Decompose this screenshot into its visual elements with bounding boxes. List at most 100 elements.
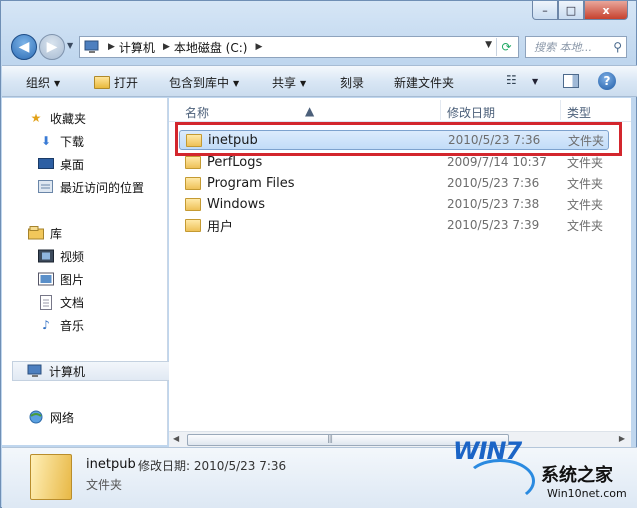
details-type: 文件夹 (86, 478, 123, 492)
new-folder-label: 新建文件夹 (394, 76, 455, 90)
watermark-site-name: 系统之家 (541, 465, 613, 486)
library-icon (28, 226, 44, 240)
forward-button[interactable]: ▶ (39, 34, 65, 60)
preview-pane-icon[interactable] (563, 74, 579, 88)
network-icon (28, 410, 44, 424)
nav-item-label: 图片 (60, 272, 85, 287)
highlight-annotation (175, 122, 622, 156)
chevron-down-icon: ▼ (54, 79, 61, 88)
address-dropdown-icon[interactable]: ▼ (485, 40, 492, 50)
computer-icon (27, 364, 43, 378)
file-name: Program Files (207, 175, 295, 191)
close-button[interactable]: x (584, 1, 628, 20)
details-name: inetpub (86, 457, 136, 472)
share-label: 共享 (272, 76, 297, 90)
search-input[interactable]: 搜索 本地... ⚲ (525, 36, 627, 58)
star-icon: ★ (30, 111, 42, 125)
file-row[interactable]: Windows 2010/5/23 7:38 文件夹 (179, 194, 609, 214)
breadcrumb-separator-icon[interactable]: ▶ (255, 42, 262, 52)
column-header-name[interactable]: 名称 (185, 104, 209, 121)
file-type: 文件夹 (567, 218, 604, 233)
nav-item-label: 视频 (60, 249, 85, 264)
include-in-library-button[interactable]: 包含到库中 ▼ (169, 74, 239, 91)
view-options-icon[interactable]: ☷ (506, 73, 517, 87)
column-header-date[interactable]: 修改日期 (447, 104, 495, 121)
computer-icon (84, 40, 100, 54)
column-divider[interactable] (440, 100, 441, 120)
column-header-row: ▲ 名称 修改日期 类型 (169, 98, 631, 122)
new-folder-button[interactable]: 新建文件夹 (394, 74, 454, 91)
organize-label: 组织 (26, 76, 51, 90)
navigation-pane: ★ 收藏夹 ⬇ 下载 桌面 最近访问的位置 库 视频 图片 文档 ♪ 音乐 计算… (2, 98, 174, 445)
video-icon (38, 249, 54, 263)
details-modified: 修改日期: 2010/5/23 7:36 (138, 459, 287, 473)
back-arrow-icon: ◀ (18, 39, 30, 55)
file-name: 用户 (207, 219, 234, 235)
watermark-logo: WIN7 (453, 437, 522, 465)
watermark-url: Win10net.com (547, 487, 627, 500)
desktop-icon (38, 157, 54, 171)
burn-label: 刻录 (340, 76, 365, 90)
nav-item-label: 桌面 (60, 157, 85, 172)
include-in-library-label: 包含到库中 (169, 76, 230, 90)
back-button[interactable]: ◀ (11, 34, 37, 60)
nav-item-label: 文档 (60, 295, 85, 310)
file-date: 2010/5/23 7:39 (447, 218, 540, 232)
file-type: 文件夹 (567, 155, 604, 170)
scroll-grip-icon: ||| (327, 434, 333, 443)
refresh-icon: ⟳ (501, 40, 512, 54)
scroll-left-icon[interactable]: ◀ (173, 434, 179, 443)
address-row: ◀ ▶ ▼ ▶ 计算机 ▶ 本地磁盘 (C:) ▶ ▼ ⟳ 搜索 本地... ⚲ (1, 31, 636, 63)
chevron-down-icon: ▼ (300, 79, 307, 88)
minimize-button[interactable]: – (532, 1, 558, 20)
download-icon: ⬇ (40, 134, 52, 148)
column-divider[interactable] (560, 100, 561, 120)
forward-arrow-icon: ▶ (46, 39, 58, 55)
column-header-type[interactable]: 类型 (567, 104, 591, 121)
address-bar[interactable]: ▶ 计算机 ▶ 本地磁盘 (C:) ▶ ▼ ⟳ (79, 36, 519, 58)
recent-pages-dropdown-icon[interactable]: ▼ (67, 41, 73, 50)
chevron-down-icon[interactable]: ▼ (532, 77, 538, 86)
command-bar: 组织 ▼ 打开 包含到库中 ▼ 共享 ▼ 刻录 新建文件夹 ☷ ▼ ? (2, 65, 637, 97)
nav-item-label: 下载 (60, 134, 85, 149)
chevron-down-icon: ▼ (233, 79, 240, 88)
help-icon[interactable]: ? (598, 72, 616, 90)
nav-item-label: 最近访问的位置 (60, 180, 145, 195)
open-button[interactable]: 打开 (94, 74, 138, 91)
folder-large-icon (30, 454, 72, 500)
folder-icon (185, 218, 201, 232)
folder-icon (185, 155, 201, 169)
burn-button[interactable]: 刻录 (340, 74, 364, 91)
nav-network-label: 网络 (50, 410, 75, 425)
nav-libraries-label: 库 (50, 226, 63, 241)
file-type: 文件夹 (567, 197, 604, 212)
sort-ascending-icon: ▲ (305, 104, 315, 118)
nav-favorites-label: 收藏夹 (50, 111, 87, 126)
breadcrumb-local-disk[interactable]: 本地磁盘 (C:) (174, 39, 248, 56)
open-label: 打开 (114, 76, 139, 90)
folder-icon (185, 197, 201, 211)
picture-icon (38, 272, 54, 286)
maximize-button[interactable]: □ (558, 1, 584, 20)
file-date: 2010/5/23 7:36 (447, 176, 540, 190)
breadcrumb-computer[interactable]: 计算机 (119, 39, 155, 56)
organize-button[interactable]: 组织 ▼ (26, 74, 60, 91)
nav-computer[interactable]: 计算机 (12, 361, 174, 381)
share-button[interactable]: 共享 ▼ (272, 74, 306, 91)
file-row[interactable]: Program Files 2010/5/23 7:36 文件夹 (179, 173, 609, 193)
music-icon: ♪ (42, 318, 50, 332)
refresh-button[interactable]: ⟳ (496, 38, 516, 56)
file-name: Windows (207, 196, 266, 212)
folder-icon (185, 176, 201, 190)
breadcrumb-separator-icon[interactable]: ▶ (163, 42, 170, 52)
file-date: 2010/5/23 7:38 (447, 197, 540, 211)
title-bar: – □ x (1, 1, 636, 29)
folder-open-icon (94, 76, 110, 89)
recent-places-icon (38, 180, 54, 194)
breadcrumb-separator-icon[interactable]: ▶ (108, 42, 115, 52)
nav-item-label: 音乐 (60, 318, 85, 333)
file-type: 文件夹 (567, 176, 604, 191)
file-row[interactable]: 用户 2010/5/23 7:39 文件夹 (179, 215, 609, 235)
caption-buttons: – □ x (532, 1, 628, 21)
nav-computer-label: 计算机 (49, 364, 86, 379)
